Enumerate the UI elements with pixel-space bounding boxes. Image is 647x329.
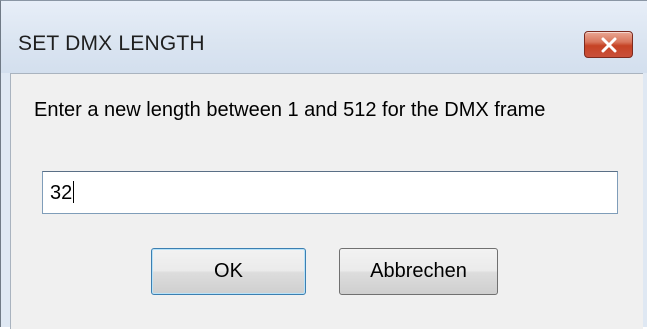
title-bar[interactable]: SET DMX LENGTH [1, 1, 647, 73]
dialog-body: Enter a new length between 1 and 512 for… [10, 73, 643, 329]
prompt-text: Enter a new length between 1 and 512 for… [34, 99, 546, 121]
dialog-window: SET DMX LENGTH Enter a new length betwee… [0, 0, 647, 329]
ok-button[interactable]: OK [151, 248, 306, 295]
cancel-button[interactable]: Abbrechen [339, 248, 498, 295]
close-icon [601, 37, 617, 53]
close-button[interactable] [584, 31, 633, 58]
dialog-title: SET DMX LENGTH [18, 32, 205, 55]
length-input-value: 32 [50, 181, 75, 204]
length-input[interactable]: 32 [42, 171, 618, 214]
text-caret [73, 181, 75, 203]
